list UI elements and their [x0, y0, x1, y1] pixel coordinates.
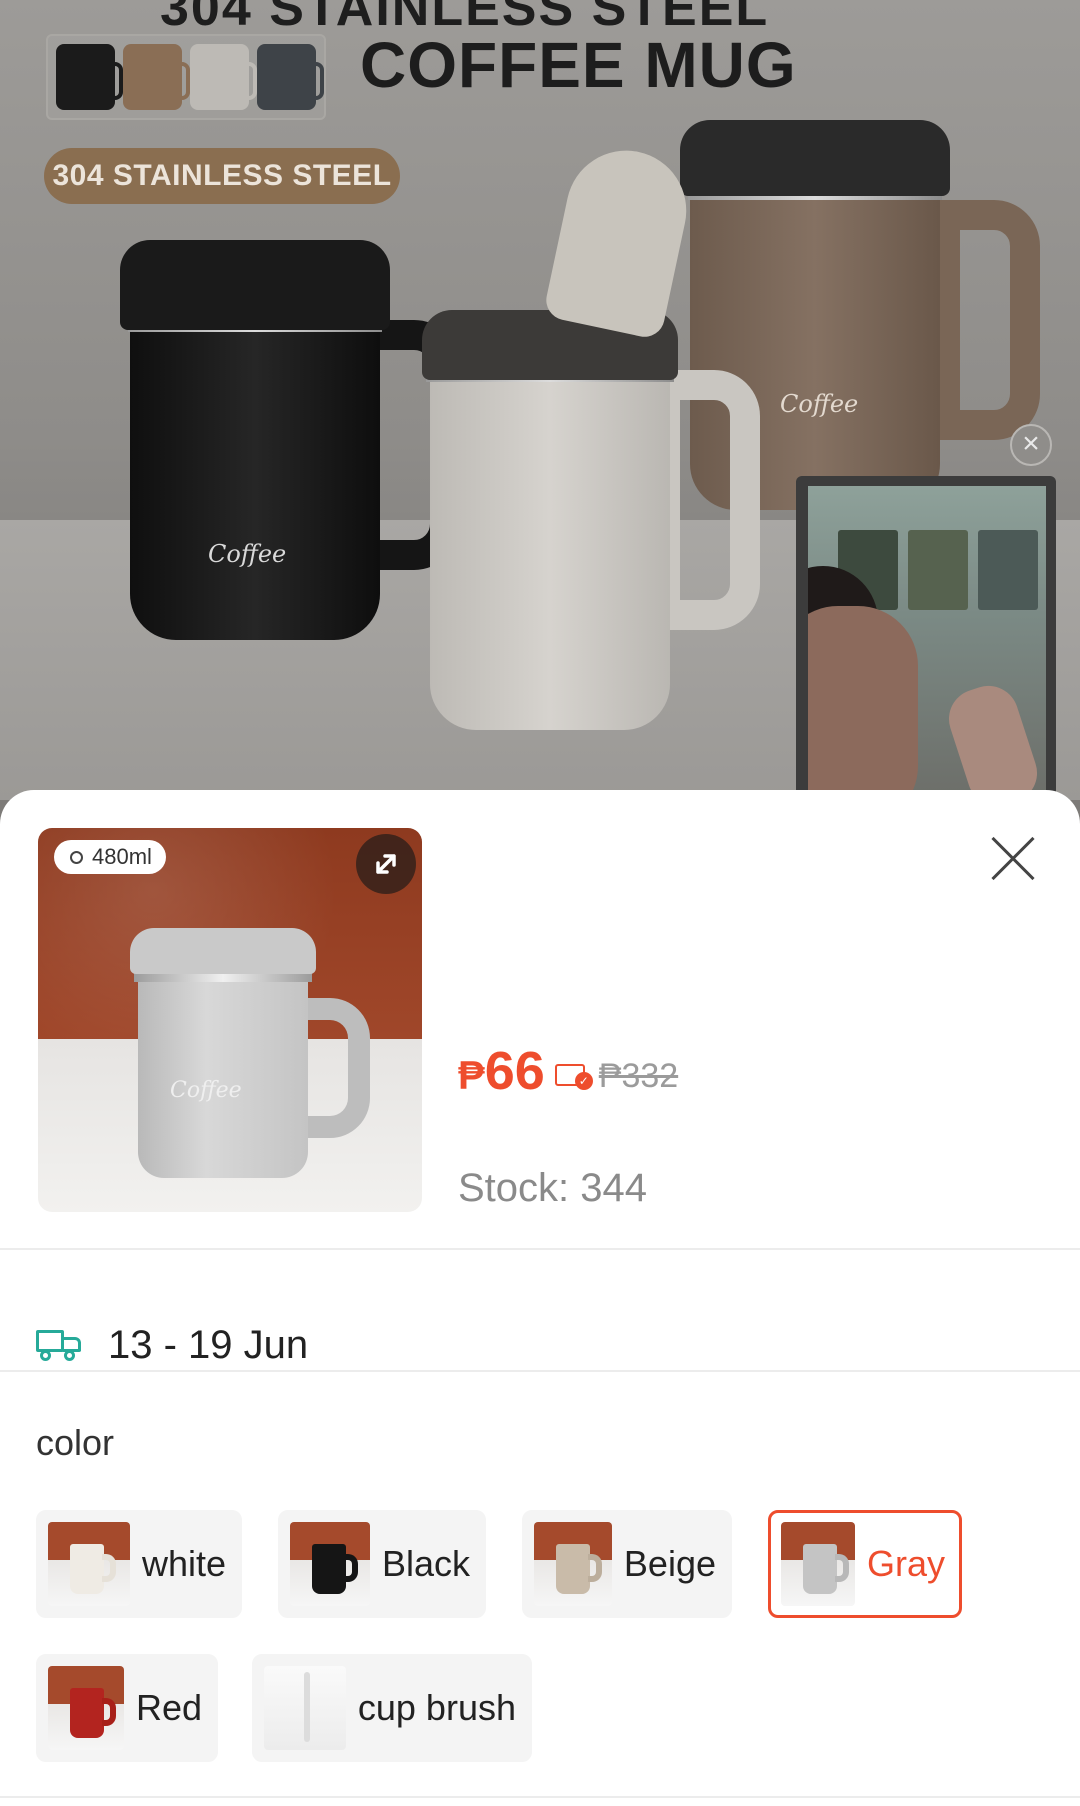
current-price: ₱66: [458, 1041, 545, 1101]
swatch-white: [48, 1522, 130, 1606]
variation-label: color: [36, 1422, 115, 1463]
swatch-red: [48, 1666, 124, 1750]
live-video-frame: [808, 486, 1046, 800]
thumb-beige-mug: [123, 44, 190, 110]
thumb-black-mug: [56, 44, 123, 110]
stock-count: Stock: 344: [458, 1166, 648, 1210]
live-video-pip[interactable]: [796, 476, 1056, 800]
swatch-beige: [534, 1522, 612, 1606]
option-red[interactable]: Red: [36, 1654, 218, 1762]
banner-mug-white: [420, 139, 760, 740]
divider: [0, 1370, 1080, 1372]
thumb-white-mug: [190, 44, 257, 110]
expand-icon[interactable]: [356, 834, 416, 894]
voucher-check-icon: ✓: [554, 1060, 595, 1092]
product-banner: 304 STAINLESS STEEL COFFEE MUG 304 STAIN…: [0, 0, 1080, 800]
option-cup-brush[interactable]: cup brush: [252, 1654, 532, 1762]
original-price: ₱332: [598, 1056, 679, 1095]
variation-bottom-sheet: 480ml Coffee ₱66 ✓ ₱332 Stock: 344 13 - …: [0, 790, 1080, 1806]
close-icon[interactable]: [988, 834, 1038, 884]
swatch-gray: [781, 1522, 855, 1606]
option-white[interactable]: white: [36, 1510, 242, 1618]
thumb-gray-mug: [257, 44, 324, 110]
divider: [0, 1248, 1080, 1250]
banner-headline: COFFEE MUG: [360, 29, 797, 101]
price-row: ₱66 ✓ ₱332: [458, 1040, 678, 1102]
delivery-estimate: 13 - 19 Jun: [36, 1290, 308, 1400]
banner-mug-black: Coffee: [120, 240, 460, 660]
size-badge: 480ml: [54, 840, 166, 874]
banner-color-thumbs: [46, 34, 326, 120]
option-gray[interactable]: Gray: [768, 1510, 962, 1618]
swatch-black: [290, 1522, 370, 1606]
swatch-cup-brush: [264, 1666, 346, 1750]
divider: [0, 1796, 1080, 1798]
selected-variation-image[interactable]: 480ml Coffee: [38, 828, 422, 1212]
pip-close-icon[interactable]: ×: [1010, 424, 1052, 466]
option-beige[interactable]: Beige: [522, 1510, 732, 1618]
truck-icon: [36, 1328, 84, 1362]
material-pill: 304 STAINLESS STEEL: [44, 148, 400, 204]
option-black[interactable]: Black: [278, 1510, 486, 1618]
delivery-date: 13 - 19 Jun: [108, 1322, 309, 1367]
gray-mug-illustration: Coffee: [130, 928, 370, 1178]
